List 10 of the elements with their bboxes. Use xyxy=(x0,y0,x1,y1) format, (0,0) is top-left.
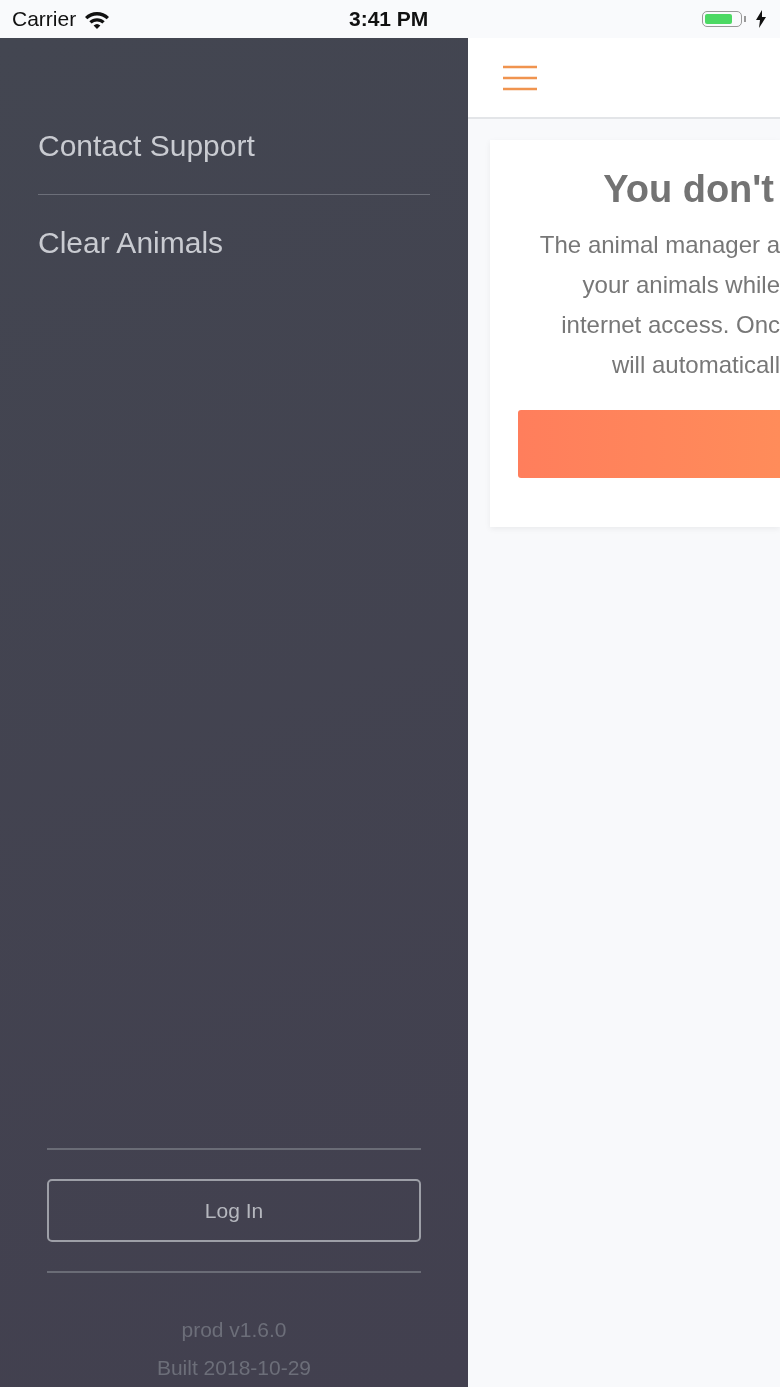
log-in-button[interactable]: Log In xyxy=(47,1179,421,1242)
card-title: You don't xyxy=(603,168,774,211)
battery-icon xyxy=(702,11,742,27)
card-message: The animal manager a your animals while internet access. Onc will automaticall xyxy=(539,230,780,380)
wifi-icon xyxy=(84,9,111,29)
carrier-name: Carrier xyxy=(12,7,77,31)
clock-time: 3:41 PM xyxy=(349,7,429,31)
menu-item[interactable]: Clear Animals xyxy=(38,195,430,291)
menu-item[interactable]: Contact Support xyxy=(38,126,430,194)
menu-icon[interactable] xyxy=(503,64,537,91)
